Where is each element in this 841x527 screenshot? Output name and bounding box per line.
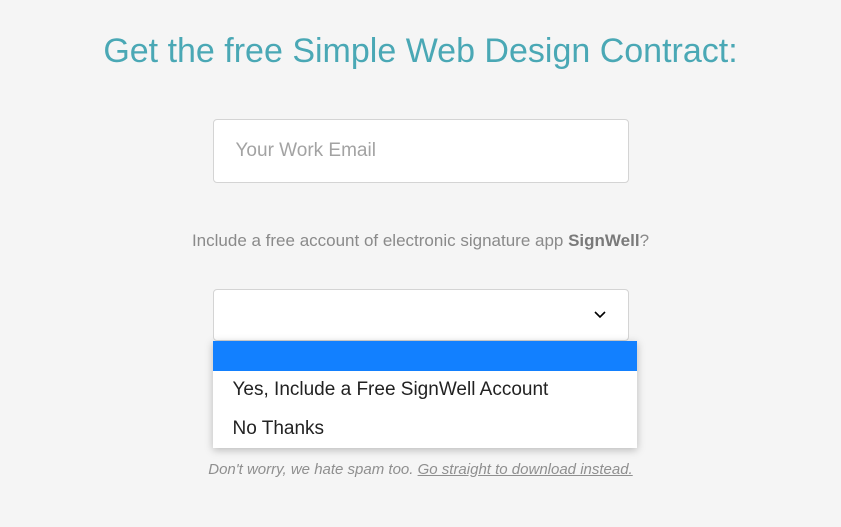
dropdown-option-no[interactable]: No Thanks [213, 410, 637, 449]
form-container: Get the free Simple Web Design Contract:… [0, 0, 841, 478]
dropdown-option-yes[interactable]: Yes, Include a Free SignWell Account [213, 371, 637, 410]
chevron-down-icon [594, 311, 606, 319]
signwell-question: Include a free account of electronic sig… [192, 231, 649, 251]
select-wrapper: Yes, Include a Free SignWell Account No … [213, 289, 629, 341]
page-title: Get the free Simple Web Design Contract: [103, 32, 737, 71]
dropdown-list: Yes, Include a Free SignWell Account No … [213, 341, 637, 448]
download-link[interactable]: Go straight to download instead. [418, 461, 633, 478]
footer-text: Don't worry, we hate spam too. Go straig… [208, 461, 632, 478]
signwell-select[interactable] [213, 289, 629, 341]
footer-prefix: Don't worry, we hate spam too. [208, 461, 417, 478]
dropdown-option-blank[interactable] [213, 341, 637, 371]
question-suffix: ? [640, 231, 649, 250]
question-brand: SignWell [568, 231, 639, 250]
question-prefix: Include a free account of electronic sig… [192, 231, 568, 250]
email-input[interactable] [213, 119, 629, 183]
